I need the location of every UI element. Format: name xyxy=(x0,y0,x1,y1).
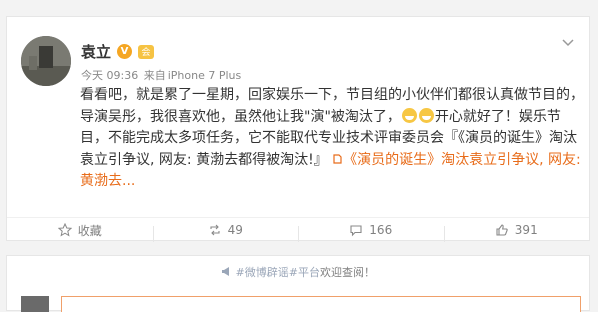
source-prefix: 来自 xyxy=(143,69,166,82)
repost-button[interactable]: 49 xyxy=(152,223,299,242)
topic-notice: #微博辟谣#平台欢迎查阅！ xyxy=(7,264,589,280)
user-avatar[interactable] xyxy=(21,36,71,86)
like-count: 391 xyxy=(514,223,538,237)
grin-emoji-icon xyxy=(418,107,434,123)
comment-count: 166 xyxy=(369,223,393,237)
vip-icon: 会 xyxy=(138,44,155,59)
name-row: 袁立 V 会 xyxy=(81,41,155,62)
grin-emoji-icon xyxy=(401,107,417,123)
repost-count: 49 xyxy=(227,223,243,237)
favorite-label: 收藏 xyxy=(77,223,102,238)
topic-welcome: 欢迎查阅！ xyxy=(319,266,375,279)
verified-icon: V xyxy=(117,44,133,59)
commenter-avatar[interactable] xyxy=(21,296,49,312)
megaphone-icon xyxy=(222,267,230,276)
action-bar: 收藏 49 166 391 xyxy=(7,217,589,242)
comment-icon xyxy=(350,225,362,237)
favorite-button[interactable]: 收藏 xyxy=(7,222,153,239)
post-source: iPhone 7 Plus xyxy=(167,69,242,82)
like-button[interactable]: 391 xyxy=(443,223,590,242)
avatar-photo xyxy=(21,36,71,86)
post-time[interactable]: 今天 09:36 xyxy=(81,69,138,82)
weibo-post-card: 袁立 V 会 今天 09:36 来自 iPhone 7 Plus 看看吧，就是累了… xyxy=(6,16,590,242)
comment-input[interactable] xyxy=(61,296,581,312)
post-text: 看看吧，就是累了一星期，回家娱乐一下，节目组的小伙伴们都很认真做节目的，导演吴彤… xyxy=(80,85,585,193)
link-icon xyxy=(333,153,342,164)
comment-section: #微博辟谣#平台欢迎查阅！ xyxy=(6,255,590,312)
thumbs-up-icon xyxy=(496,224,508,236)
user-name[interactable]: 袁立 xyxy=(81,41,111,62)
repost-icon xyxy=(210,224,220,236)
topic-tag[interactable]: #微博辟谣#平台 xyxy=(236,266,320,279)
comment-button[interactable]: 166 xyxy=(298,223,444,242)
star-icon xyxy=(57,223,72,237)
post-meta: 今天 09:36 来自 iPhone 7 Plus xyxy=(81,67,243,83)
chevron-down-icon[interactable] xyxy=(561,35,575,49)
